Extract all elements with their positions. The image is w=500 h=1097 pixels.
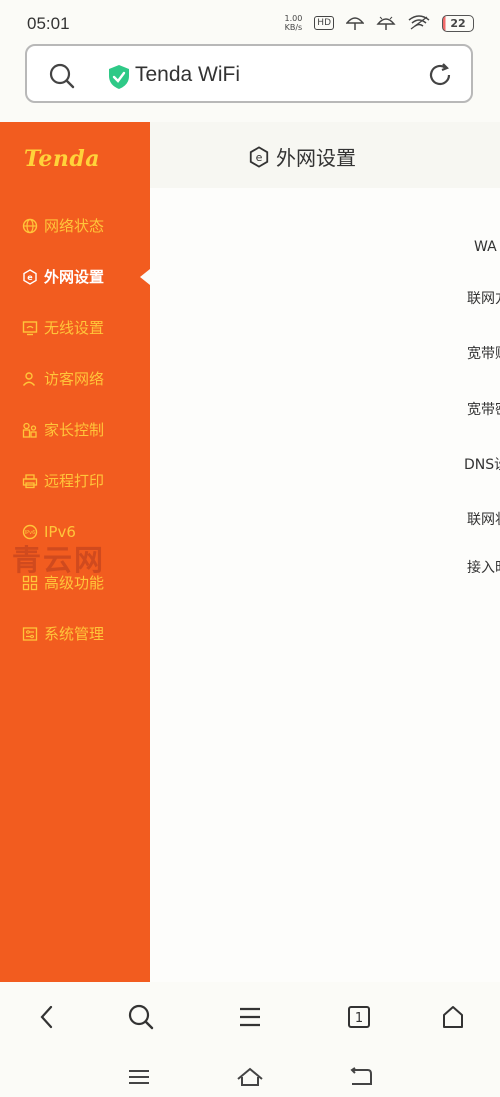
wan-icon: e [23,268,37,285]
speed-unit: KB/s [284,23,303,32]
sidebar-item-label: 网络状态 [44,217,105,235]
home-nav-icon[interactable] [236,1067,264,1087]
network-speed: 1.00 KB/s [284,14,302,32]
printer-icon [22,473,38,488]
menu-icon[interactable] [238,1004,262,1030]
wifi-icon [408,15,430,30]
connection-type-label: 联网方 [467,291,500,307]
back-icon[interactable] [36,1004,58,1030]
hd-badge: HD [314,16,334,30]
tenda-logo: Tenda [24,146,100,172]
page-header: e 外网设置 [150,122,500,188]
svg-text:e: e [256,151,263,164]
address-bar[interactable]: Tenda WiFi [25,44,473,103]
svg-text:1: 1 [355,1011,363,1026]
search-icon[interactable] [49,63,75,89]
signal-icon [376,16,396,30]
system-nav-bar [0,1057,500,1097]
svg-text:e: e [27,273,33,282]
sidebar-item-label: 外网设置 [44,268,105,286]
wan-label: WA [474,239,497,255]
guest-icon [22,371,36,386]
sidebar-item-wan-settings[interactable]: e 外网设置 [0,251,150,302]
search-icon[interactable] [128,1004,154,1030]
status-icons: 1.00 KB/s HD 22 [284,14,474,32]
battery-icon: 22 [442,14,474,32]
wan-form: WA 联网方 宽带账 宽带密 DNS设 联网状 接入时 [150,188,500,982]
sidebar-item-guest-network[interactable]: 访客网络 [0,353,150,404]
sidebar-item-wireless[interactable]: 无线设置 [0,302,150,353]
home-icon[interactable] [441,1004,465,1030]
wan-icon: e [249,145,269,168]
status-bar: 05:01 1.00 KB/s HD 22 [0,0,500,44]
sidebar-item-label: 访客网络 [44,370,105,388]
parental-icon [22,422,37,438]
back-nav-icon[interactable] [349,1067,373,1087]
settings-icon [22,626,38,641]
broadband-account-label: 宽带账 [467,346,500,362]
connection-status-label: 联网状 [467,512,500,528]
sidebar: Tenda 网络状态 e 外网设置 无线设置 访客网络 家长控制 远程打印 IP… [0,122,150,982]
svg-text:IPv6: IPv6 [25,530,36,536]
tabs-icon[interactable]: 1 [347,1004,371,1030]
access-time-label: 接入时 [467,560,500,576]
sidebar-item-parental-control[interactable]: 家长控制 [0,404,150,455]
reload-icon[interactable] [427,62,453,88]
umbrella-icon [346,17,364,30]
url-text[interactable]: Tenda WiFi [135,63,240,87]
shield-check-icon [109,65,129,89]
sidebar-item-network-status[interactable]: 网络状态 [0,200,150,251]
sidebar-item-label: 家长控制 [44,421,105,439]
dns-settings-label: DNS设 [464,457,500,473]
speed-value: 1.00 [284,14,303,23]
sidebar-menu: 网络状态 e 外网设置 无线设置 访客网络 家长控制 远程打印 IPv6 IPv… [0,200,150,659]
globe-icon [22,218,38,233]
sidebar-item-label: 无线设置 [44,319,105,337]
browser-toolbar: 1 [0,982,500,1057]
watermark: 青云网 [12,543,106,577]
sidebar-item-remote-print[interactable]: 远程打印 [0,455,150,506]
page-title: e 外网设置 [248,142,356,171]
page-title-text: 外网设置 [276,146,356,170]
sidebar-item-system-management[interactable]: 系统管理 [0,608,150,659]
broadband-password-label: 宽带密 [467,402,500,418]
wifi-screen-icon [22,320,38,335]
recents-icon[interactable] [128,1067,150,1087]
sidebar-item-label: 系统管理 [44,625,105,643]
sidebar-item-label: 远程打印 [44,472,105,490]
status-time: 05:01 [27,14,70,33]
